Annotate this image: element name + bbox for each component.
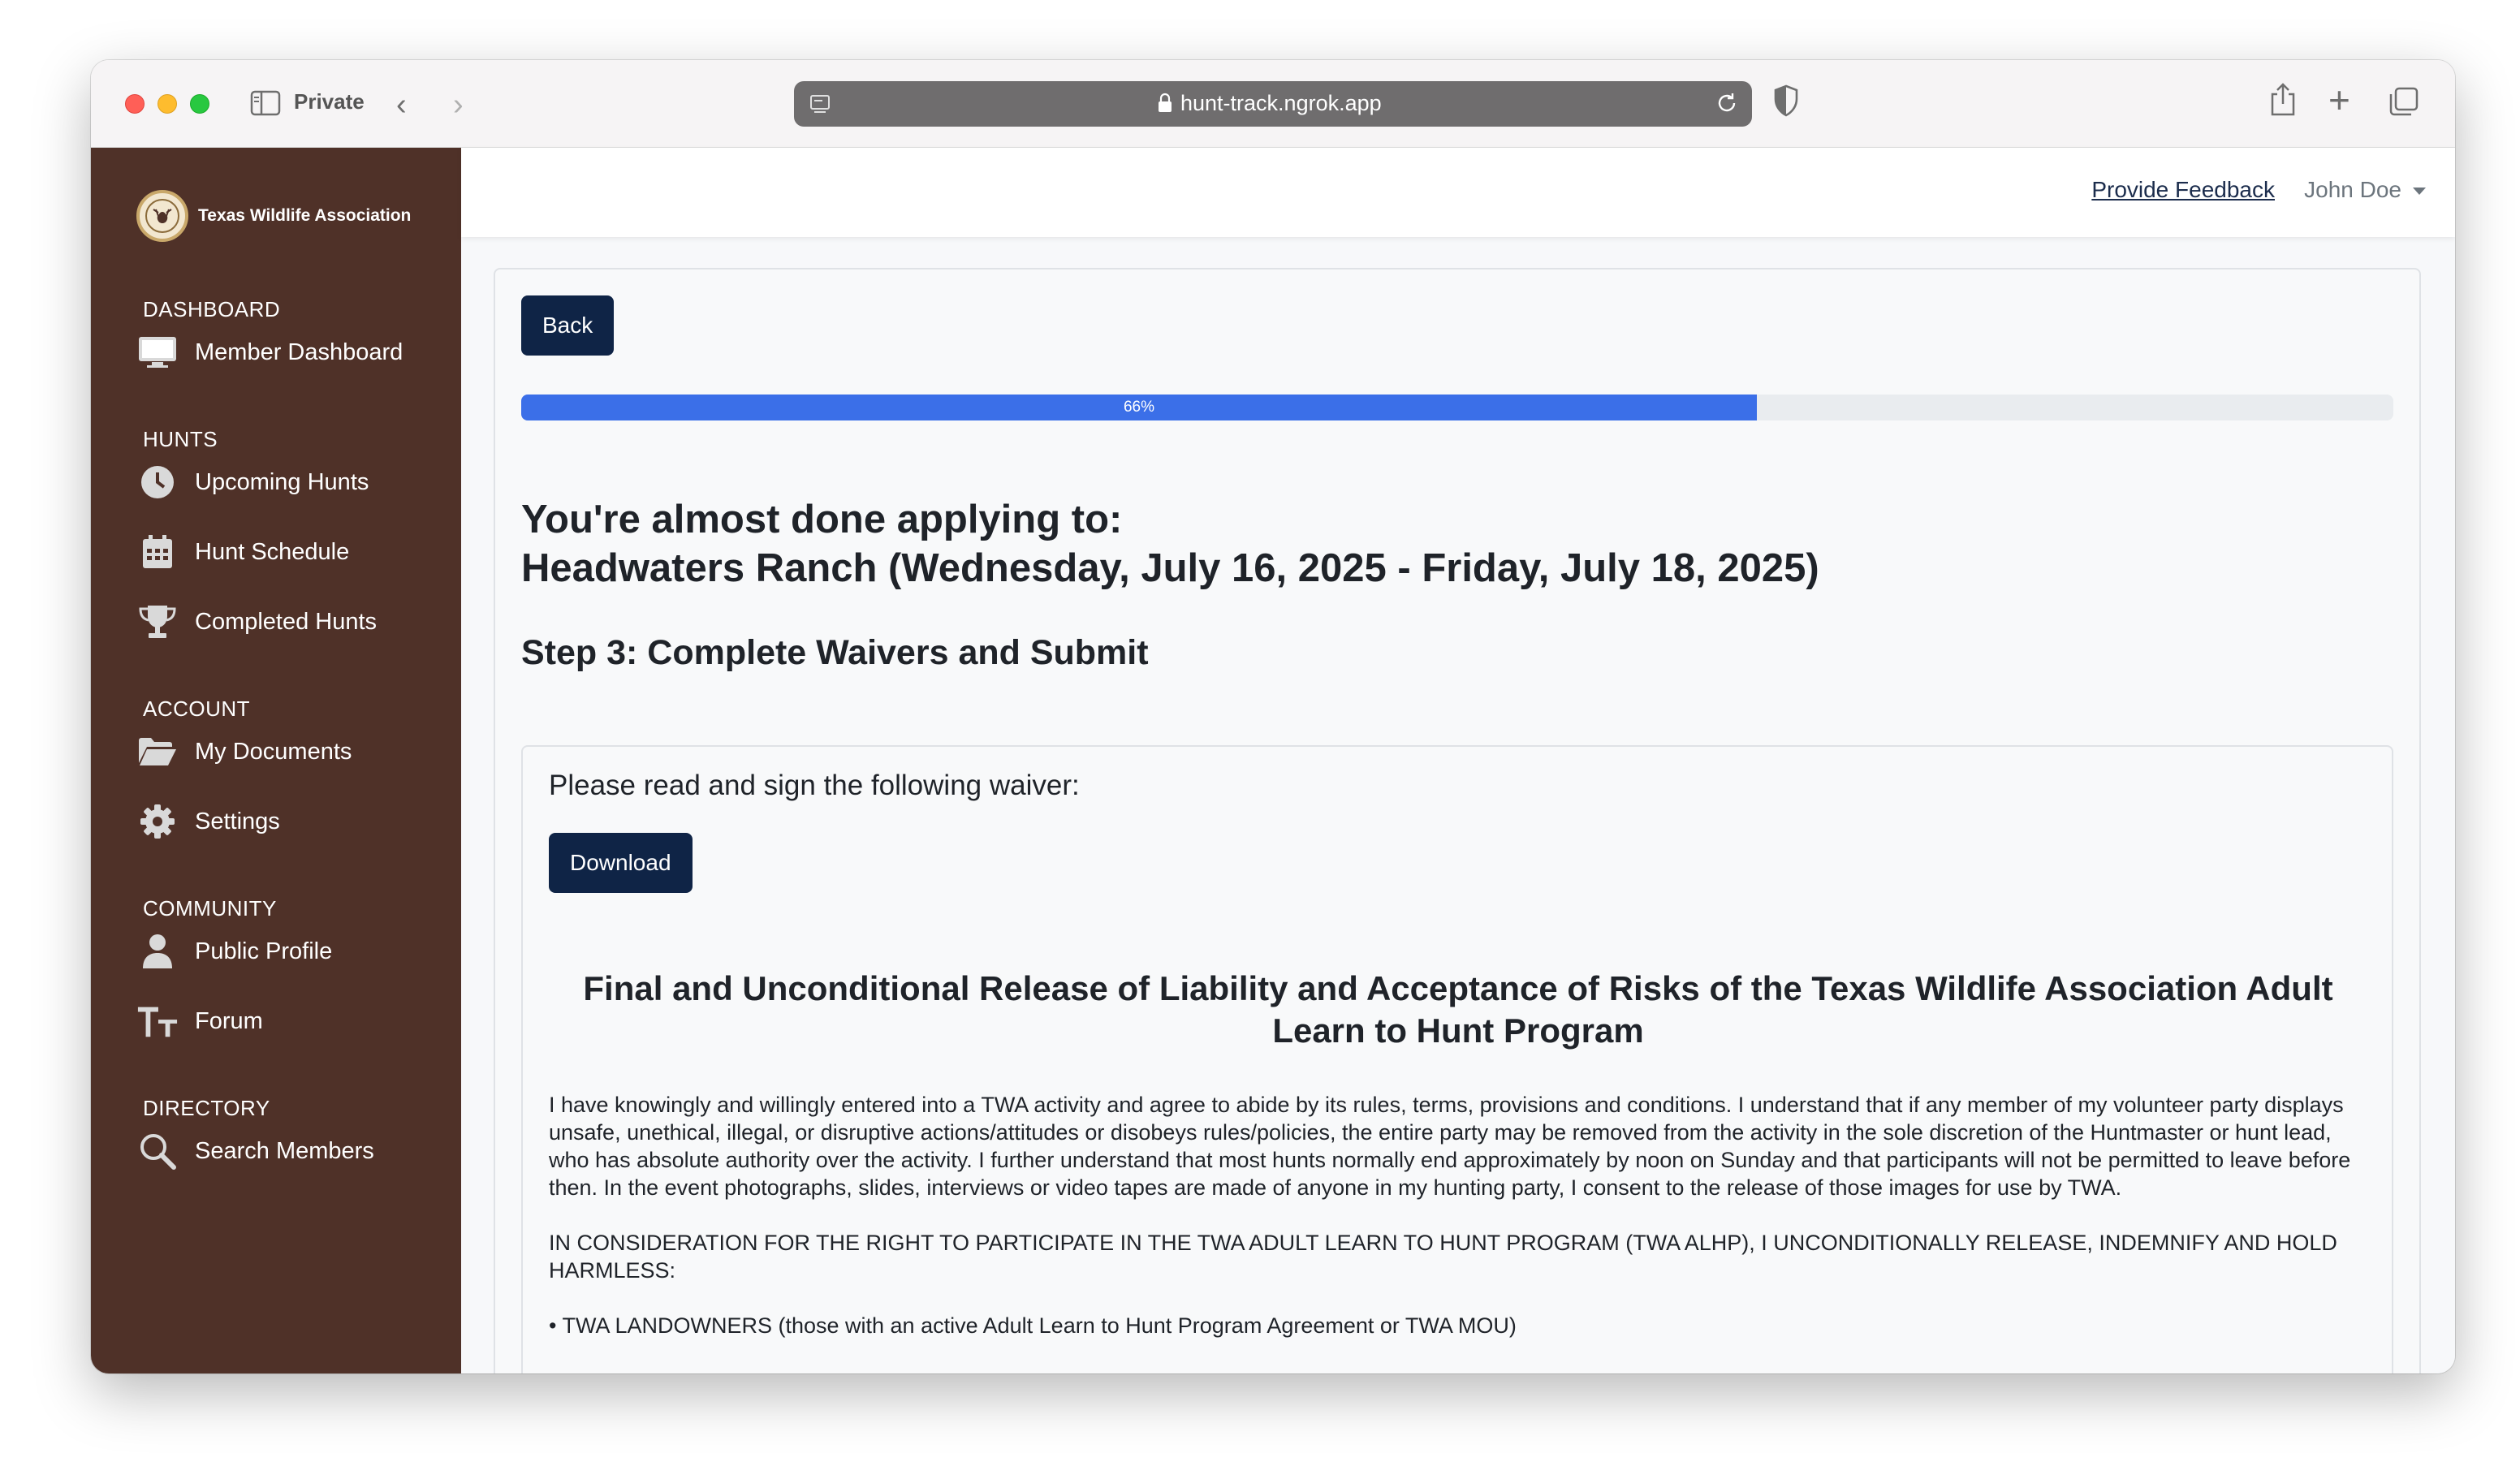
progress-bar-fill: 66%: [521, 395, 1757, 420]
privacy-shield-icon[interactable]: [1773, 84, 1799, 117]
url-text: hunt-track.ngrok.app: [1180, 91, 1382, 115]
user-icon: [136, 932, 179, 971]
section-account: ACCOUNT: [143, 696, 251, 721]
provide-feedback-link[interactable]: Provide Feedback: [2091, 177, 2275, 203]
close-window-button[interactable]: [125, 94, 145, 114]
sidebar-item-settings[interactable]: Settings: [136, 802, 280, 841]
browser-window: Private ‹ › hunt-track.ngrok.app + Texas…: [91, 60, 2455, 1373]
waiver-bullet: • TWA LANDOWNERS (those with an active A…: [549, 1313, 1517, 1338]
waiver-card: Please read and sign the following waive…: [521, 745, 2393, 1373]
top-navbar: Provide Feedback John Doe: [461, 148, 2455, 237]
calendar-icon: [136, 533, 179, 571]
page-title: You're almost done applying to: Headwate…: [521, 495, 1819, 593]
section-directory: DIRECTORY: [143, 1096, 270, 1120]
progress-label: 66%: [1123, 399, 1154, 416]
sidebar-item-completed-hunts[interactable]: Completed Hunts: [136, 602, 377, 641]
application-card: Back 66% You're almost done applying to:…: [494, 268, 2421, 1373]
sidebar-item-my-documents[interactable]: My Documents: [136, 732, 352, 771]
main-content: Provide Feedback John Doe Back 66% You'r…: [461, 148, 2455, 1373]
forward-arrow-icon[interactable]: ›: [453, 88, 464, 123]
private-browsing-label: Private: [294, 89, 365, 114]
back-arrow-icon[interactable]: ‹: [396, 88, 407, 123]
sidebar-item-search-members[interactable]: Search Members: [136, 1132, 374, 1171]
section-community: COMMUNITY: [143, 896, 277, 921]
section-dashboard: DASHBOARD: [143, 297, 281, 321]
sidebar-item-hunt-schedule[interactable]: Hunt Schedule: [136, 533, 349, 571]
progress-bar: 66%: [521, 395, 2393, 420]
sidebar-item-label: My Documents: [195, 738, 352, 765]
monitor-icon: [136, 333, 179, 372]
headline-line-2: Headwaters Ranch (Wednesday, July 16, 20…: [521, 546, 1819, 590]
browser-toolbar: Private ‹ › hunt-track.ngrok.app +: [91, 60, 2455, 148]
sidebar: Texas Wildlife Association DASHBOARD Mem…: [91, 148, 461, 1373]
sidebar-item-label: Member Dashboard: [195, 338, 403, 365]
tab-overview-icon[interactable]: [2388, 86, 2419, 117]
waiver-paragraph: I have knowingly and willingly entered i…: [549, 1093, 2351, 1200]
new-tab-icon[interactable]: +: [2328, 81, 2350, 119]
sidebar-toggle-icon[interactable]: [250, 90, 281, 116]
share-icon[interactable]: [2268, 83, 2298, 117]
clock-icon: [136, 463, 179, 502]
deer-emblem-icon: [145, 199, 179, 233]
waiver-prompt: Please read and sign the following waive…: [549, 770, 1080, 801]
back-button[interactable]: Back: [521, 295, 615, 356]
zoom-window-button[interactable]: [190, 94, 209, 114]
sidebar-item-label: Settings: [195, 808, 280, 834]
sidebar-item-upcoming-hunts[interactable]: Upcoming Hunts: [136, 463, 369, 502]
user-name: John Doe: [2304, 177, 2401, 202]
headline-line-1: You're almost done applying to:: [521, 498, 1123, 541]
text-size-icon: [136, 1002, 179, 1041]
user-menu-dropdown[interactable]: John Doe: [2304, 177, 2426, 203]
reload-icon[interactable]: [1715, 91, 1739, 115]
brand-name: Texas Wildlife Association: [198, 206, 412, 225]
waiver-text: I have knowingly and willingly entered i…: [549, 1091, 2371, 1367]
step-heading: Step 3: Complete Waivers and Submit: [521, 633, 1149, 672]
trophy-icon: [136, 602, 179, 641]
brand[interactable]: Texas Wildlife Association: [136, 190, 411, 242]
waiver-paragraph: IN CONSIDERATION FOR THE RIGHT TO PARTIC…: [549, 1231, 2337, 1283]
lock-icon: [1159, 93, 1172, 112]
sidebar-item-label: Public Profile: [195, 938, 333, 964]
sidebar-item-label: Search Members: [195, 1137, 374, 1164]
sidebar-item-member-dashboard[interactable]: Member Dashboard: [136, 333, 403, 372]
caret-down-icon: [2413, 188, 2426, 196]
waiver-title: Final and Unconditional Release of Liabi…: [583, 969, 2333, 1050]
sidebar-item-label: Forum: [195, 1007, 263, 1034]
gear-icon: [136, 802, 179, 841]
minimize-window-button[interactable]: [158, 94, 177, 114]
search-icon: [136, 1132, 179, 1171]
sidebar-item-public-profile[interactable]: Public Profile: [136, 932, 332, 971]
download-button[interactable]: Download: [549, 833, 693, 893]
sidebar-item-forum[interactable]: Forum: [136, 1002, 263, 1041]
address-bar[interactable]: hunt-track.ngrok.app: [794, 81, 1752, 127]
sidebar-item-label: Upcoming Hunts: [195, 468, 369, 495]
page-menu-icon[interactable]: [809, 93, 831, 115]
folder-open-icon: [136, 732, 179, 771]
association-logo: [136, 190, 188, 242]
sidebar-item-label: Hunt Schedule: [195, 538, 350, 565]
section-hunts: HUNTS: [143, 427, 218, 451]
sidebar-item-label: Completed Hunts: [195, 608, 378, 635]
